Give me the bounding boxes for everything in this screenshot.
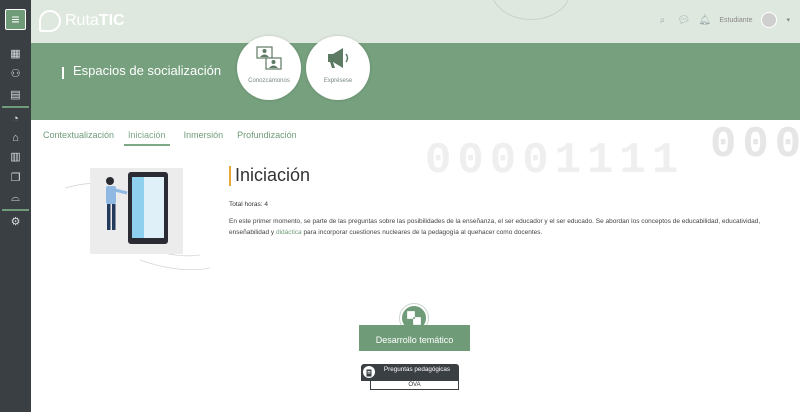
resource-type-label: OVA <box>370 381 459 390</box>
graduation-cap-icon[interactable]: ⌓ <box>8 191 23 206</box>
section-title: Iniciación <box>235 165 311 185</box>
expresese-button[interactable]: Exprésese <box>306 36 370 100</box>
moment-tabs: Contextualización Iniciación Inmersión P… <box>43 130 311 146</box>
calendar-icon[interactable]: ▥ <box>8 150 23 165</box>
gauge-icon[interactable]: ◔ <box>8 112 23 127</box>
bell-icon[interactable]: 🔔︎ <box>698 15 711 26</box>
title-accent-bar <box>62 67 64 79</box>
conozcamonos-button[interactable]: Conozcámonos <box>237 36 301 100</box>
chevron-down-icon[interactable]: ▾ <box>786 16 790 24</box>
top-header: Ruta TIC ⌕ 💬︎ 🔔︎ Estudiante ▾ <box>31 0 800 43</box>
decorative-digits-right: 000 <box>710 120 800 170</box>
ruta-tic-logo[interactable]: Ruta TIC <box>39 8 125 34</box>
left-sidebar: ≡ ▦ ⚇ ▤ ◔ ⌂ ▥ ❐ ⌓ ⚙ <box>0 0 31 412</box>
header-actions: ⌕ 💬︎ 🔔︎ Estudiante ▾ <box>656 12 790 28</box>
document-glyph <box>366 369 372 377</box>
people-frames-icon <box>256 46 282 70</box>
home-icon[interactable]: ⌂ <box>8 131 23 146</box>
description-text-end: para incorporar cuestiones nucleares de … <box>301 229 543 236</box>
preguntas-pedagogicas-card[interactable]: Preguntas pedagógicas OVA <box>361 364 459 391</box>
total-hours: Total horas: 4 <box>229 201 269 208</box>
bubble-label: Conozcámonos <box>248 78 290 84</box>
user-role-label[interactable]: Estudiante <box>719 17 752 24</box>
section-description: En este primer momento, se parte de las … <box>229 216 791 238</box>
socialization-banner: Espacios de socialización <box>31 43 800 120</box>
document-icon <box>363 366 375 378</box>
tab-contextualizacion[interactable]: Contextualización <box>43 130 114 146</box>
sidebar-divider <box>2 209 29 211</box>
table-icon[interactable]: ▤ <box>8 88 23 103</box>
logo-text-bold: TIC <box>98 12 125 29</box>
tab-profundizacion[interactable]: Profundización <box>237 130 297 146</box>
desarrollo-tematico-button[interactable]: Desarrollo temático <box>359 325 470 351</box>
sidebar-divider <box>2 106 29 108</box>
book-icon[interactable]: ❐ <box>8 171 23 186</box>
avatar[interactable] <box>761 12 778 28</box>
megaphone-icon <box>328 48 349 68</box>
tab-iniciacion[interactable]: Iniciación <box>124 130 170 146</box>
decorative-circle <box>491 0 571 20</box>
settings-gear-icon[interactable]: ⚙ <box>8 215 23 230</box>
search-icon[interactable]: ⌕ <box>656 15 668 26</box>
hamburger-menu-button[interactable]: ≡ <box>5 9 26 30</box>
didactica-link[interactable]: didáctica <box>276 229 302 236</box>
logo-text: Ruta <box>65 12 99 29</box>
bubble-label: Exprésese <box>323 78 353 84</box>
user-profile-icon[interactable]: ⚇ <box>8 67 23 82</box>
chat-bubble-icon[interactable]: 💬︎ <box>677 15 690 26</box>
decorative-digits: 00001111 <box>425 136 685 186</box>
puzzle-tablet-illustration <box>64 168 210 270</box>
logo-mark-icon <box>39 10 61 32</box>
banner-title: Espacios de socialización <box>73 63 222 78</box>
tab-inmersion[interactable]: Inmersión <box>184 130 224 146</box>
section-title-accent <box>229 166 231 186</box>
resource-card-title: Preguntas pedagógicas <box>361 364 459 381</box>
dashboard-grid-icon[interactable]: ▦ <box>8 47 23 62</box>
